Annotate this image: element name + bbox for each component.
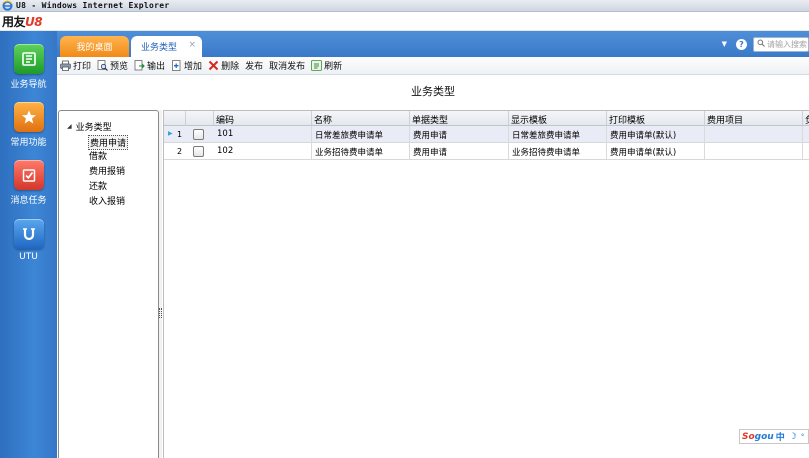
nav-item-message-tasks[interactable]: 消息任务: [0, 160, 57, 206]
tree-item-expense-application[interactable]: 费用申请: [88, 135, 129, 150]
export-button[interactable]: 输出: [134, 59, 165, 72]
unpublish-button[interactable]: 取消发布: [269, 59, 305, 72]
grid-header-print-template[interactable]: 打印模板: [607, 111, 705, 126]
preview-icon: [97, 60, 108, 71]
table-row[interactable]: 2 102 业务招待费申请单 费用申请 业务招待费申请单 费用申请单(默认): [164, 143, 809, 160]
category-tree: ◢ 业务类型 费用申请 借款 费用报销 还款 收入报销: [58, 110, 159, 458]
help-icon[interactable]: ?: [736, 38, 747, 50]
tab-label: 业务类型: [141, 43, 178, 53]
toolbar-label: 发布: [245, 62, 264, 72]
splitter-grip-icon[interactable]: [159, 308, 162, 318]
toolbar-label: 刷新: [324, 62, 343, 72]
grid-header-doc-type[interactable]: 单据类型: [410, 111, 509, 126]
refresh-icon: [311, 60, 323, 71]
ime-mode-chinese[interactable]: 中: [776, 430, 785, 443]
tab-my-desktop[interactable]: 我的桌面: [60, 36, 129, 57]
search-input[interactable]: [767, 39, 809, 49]
toolbar-label: 删除: [221, 62, 240, 72]
toolbar: 打印 预览 输出 增加 删除 发布 取消发布 刷新: [57, 57, 809, 75]
message-task-icon: [13, 160, 44, 190]
grid-header-truncated[interactable]: 负: [803, 111, 809, 126]
moon-icon[interactable]: ☽: [789, 432, 797, 442]
toolbar-label: 打印: [73, 62, 92, 72]
cell-code: 102: [214, 143, 312, 160]
sogou-ime-bar[interactable]: So gou 中 ☽ °: [739, 429, 809, 444]
ime-logo: So: [742, 431, 755, 442]
table-row[interactable]: ▶ 1 101 日常差旅费申请单 费用申请 日常差旅费申请单 费用申请单(默认): [164, 126, 809, 143]
internet-explorer-icon: [2, 0, 13, 11]
row-number: 1: [177, 130, 183, 139]
close-icon[interactable]: ×: [188, 40, 196, 50]
business-nav-icon: [13, 44, 44, 74]
grid-header-select: [186, 111, 214, 126]
search-icon: [757, 39, 765, 50]
grid-header-display-template[interactable]: 显示模板: [509, 111, 607, 126]
publish-button[interactable]: 发布: [245, 59, 263, 72]
nav-label: 业务导航: [10, 80, 47, 90]
row-checkbox[interactable]: [193, 129, 204, 140]
star-icon: [13, 102, 44, 132]
cell-expense-item: [705, 126, 803, 143]
grid-header-expense-item[interactable]: 费用项目: [705, 111, 803, 126]
cell-code: 101: [214, 126, 312, 143]
cell-expense-item: [705, 143, 803, 160]
search-box: [753, 36, 809, 52]
grid-header-rownum: [164, 111, 186, 126]
print-button[interactable]: 打印: [60, 59, 91, 72]
punctuation-icon[interactable]: °: [801, 433, 805, 441]
delete-button[interactable]: 删除: [208, 59, 239, 72]
nav-item-utu[interactable]: UTU: [0, 219, 57, 262]
window-title: U8 - Windows Internet Explorer: [16, 1, 170, 10]
cell-doc-type: 费用申请: [410, 143, 509, 160]
cell-name: 日常差旅费申请单: [312, 126, 410, 143]
brand-bar: 用友U8: [0, 12, 809, 31]
tree-expand-icon[interactable]: ◢: [67, 123, 72, 130]
preview-button[interactable]: 预览: [97, 59, 128, 72]
cell-print-template: 费用申请单(默认): [607, 126, 705, 143]
tree-item-repayment[interactable]: 还款: [88, 179, 108, 192]
grid-header-code[interactable]: 编码: [214, 111, 312, 126]
toolbar-label: 输出: [147, 62, 166, 72]
nav-item-common-functions[interactable]: 常用功能: [0, 102, 57, 148]
refresh-button[interactable]: 刷新: [311, 59, 342, 72]
toolbar-label: 预览: [110, 62, 129, 72]
cell-doc-type: 费用申请: [410, 126, 509, 143]
print-icon: [60, 60, 71, 71]
nav-label: 消息任务: [10, 196, 47, 206]
tree-item-loan[interactable]: 借款: [88, 149, 108, 162]
business-type-grid: 编码 名称 单据类型 显示模板 打印模板 费用项目 负 ▶ 1 101 日常差旅…: [163, 110, 809, 458]
tree-item-expense-reimbursement[interactable]: 费用报销: [88, 164, 126, 177]
chevron-down-icon[interactable]: ▼: [722, 40, 727, 48]
brand-logo: 用友U8: [2, 15, 43, 29]
export-icon: [134, 60, 145, 71]
current-row-arrow-icon: ▶: [168, 130, 173, 137]
nav-label: UTU: [19, 252, 38, 262]
tab-bar: 我的桌面 业务类型 × ▼ ?: [57, 31, 809, 57]
grid-header-name[interactable]: 名称: [312, 111, 410, 126]
utu-icon: [13, 219, 44, 249]
delete-icon: [208, 60, 219, 71]
cell-name: 业务招待费申请单: [312, 143, 410, 160]
panel-splitter[interactable]: [159, 110, 162, 458]
window-title-bar: U8 - Windows Internet Explorer: [0, 0, 809, 12]
cell-display-template: 日常差旅费申请单: [509, 126, 607, 143]
nav-item-business-navigation[interactable]: 业务导航: [0, 44, 57, 90]
left-navigation: 业务导航 常用功能 消息任务 UTU: [0, 31, 57, 458]
toolbar-label: 取消发布: [269, 62, 306, 72]
cell-print-template: 费用申请单(默认): [607, 143, 705, 160]
tree-root[interactable]: ◢ 业务类型: [67, 120, 112, 133]
row-checkbox[interactable]: [193, 146, 204, 157]
nav-label: 常用功能: [10, 138, 47, 148]
row-number: 2: [177, 147, 183, 156]
cell-display-template: 业务招待费申请单: [509, 143, 607, 160]
add-button[interactable]: 增加: [171, 59, 202, 72]
tree-root-label: 业务类型: [75, 123, 112, 133]
tab-business-type[interactable]: 业务类型 ×: [131, 36, 202, 57]
add-icon: [171, 60, 182, 71]
page-title: 业务类型: [411, 85, 455, 98]
tree-item-income-reimbursement[interactable]: 收入报销: [88, 194, 126, 207]
toolbar-label: 增加: [184, 62, 203, 72]
